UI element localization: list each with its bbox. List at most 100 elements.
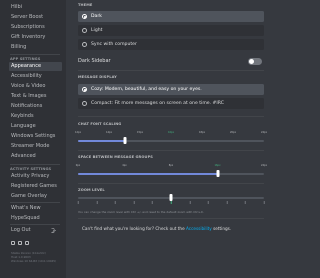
sidebar-item-voice-video[interactable]: Voice & Video [9,82,62,91]
radio-unchecked-icon [82,28,87,33]
theme-option-label: Light [91,28,103,33]
font-scaling-title: CHAT FONT SCALING [78,122,122,126]
sidebar-item-billing[interactable]: Billing [9,43,62,52]
zoom-mark [170,201,172,204]
sidebar-item-gift-inventory[interactable]: Gift Inventory [9,33,62,42]
sidebar-item-text-images[interactable]: Text & Images [9,92,62,101]
zoom-mark [114,201,116,204]
slider-tick-label: 24px [261,164,267,167]
footer-help-text: Can't find what you're looking for? Chec… [82,226,185,231]
sidebar-item-activity-privacy[interactable]: Activity Privacy [9,172,62,181]
sidebar-item-windows-settings[interactable]: Windows Settings [9,132,62,141]
slider-tick-label: 24px [261,131,267,134]
message-display-title: MESSAGE DISPLAY [78,75,117,79]
sidebar-item-registered-games[interactable]: Registered Games [9,182,62,191]
zoom-hint: You can change the zoom level with Ctrl … [78,210,204,214]
app-settings-header: APP SETTINGS [10,57,41,61]
sidebar-item-notifications[interactable]: Notifications [9,102,62,111]
slider-handle[interactable] [123,137,126,144]
zoom-mark [189,201,190,204]
zoom-mark [207,201,209,204]
zoom-mark [245,201,246,204]
appearance-settings: THEME Dark Light Sync with computer Dark… [66,0,300,278]
sidebar-divider [10,224,60,225]
slider-tick-label: 20px [230,131,236,134]
zoom-mark [133,201,135,204]
logout-button[interactable]: Log Out [9,226,62,235]
slider-tick-label: 15px [137,131,143,134]
facebook-icon[interactable] [18,241,22,245]
theme-option-sync[interactable]: Sync with computer [78,39,264,50]
version-line: Windows 10 64-Bit (10.0.19045) [11,259,57,263]
footer-help: Can't find what you're looking for? Chec… [82,226,231,231]
zoom-mark [96,201,97,204]
zoom-level-slider[interactable] [78,194,264,201]
sidebar-item-appearance[interactable]: Appearance [9,62,62,71]
section-divider [78,70,264,71]
message-option-label: Compact: Fit more messages on screen at … [91,101,224,106]
footer-help-tail: settings. [213,226,232,231]
slider-tick-label: 8px [168,164,174,167]
slider-tick-label: 12px [75,131,81,134]
social-links [11,241,29,247]
section-divider [78,218,264,219]
spacing-ticks: 0px 4px 8px 16px 24px [75,164,267,169]
sidebar-divider [10,164,60,165]
message-option-cozy[interactable]: Cozy: Modern, beautiful, and easy on you… [78,84,264,95]
theme-option-label: Sync with computer [91,42,137,47]
slider-tick-label: 18px [199,131,205,134]
slider-tick-label: 4px [122,164,127,167]
slider-handle[interactable] [169,194,173,201]
dark-sidebar-label: Dark Sidebar [78,58,111,64]
sidebar-item-accessibility[interactable]: Accessibility [9,72,62,81]
twitter-icon[interactable] [11,241,15,245]
slider-handle[interactable] [216,170,219,177]
slider-tick-label: 0px [75,164,81,167]
section-divider [78,183,264,184]
sidebar-item-game-overlay[interactable]: Game Overlay [9,192,62,201]
zoom-mark [152,201,153,204]
sidebar-item-language[interactable]: Language [9,122,62,131]
zoom-level-marks [77,201,265,204]
zoom-mark [77,201,79,204]
theme-option-dark[interactable]: Dark [78,11,264,22]
sidebar-item-subscriptions[interactable]: Subscriptions [9,23,62,32]
font-scaling-slider[interactable] [78,137,264,144]
theme-option-label: Dark [91,14,102,19]
slider-tick-label: 16px [168,131,174,134]
settings-sidebar: Hilbi Server Boost Subscriptions Gift In… [0,0,66,278]
message-option-label: Cozy: Modern, beautiful, and easy on you… [91,87,202,92]
slider-fill [78,140,125,142]
sidebar-item-streamer-mode[interactable]: Streamer Mode [9,142,62,151]
font-scaling-ticks: 12px 14px 15px 16px 18px 20px 24px [75,131,267,136]
slider-fill [78,173,218,175]
zoom-mark [263,201,265,204]
radio-unchecked-icon [82,42,87,47]
instagram-icon[interactable] [25,241,29,245]
zoom-mark [226,201,228,204]
dark-sidebar-toggle[interactable] [248,58,262,65]
message-option-compact[interactable]: Compact: Fit more messages on screen at … [78,98,264,109]
logout-icon [51,228,56,233]
sidebar-item-keybinds[interactable]: Keybinds [9,112,62,121]
sidebar-item-server-boost[interactable]: Server Boost [9,13,62,22]
sidebar-divider [10,54,60,55]
activity-settings-header: ACTIVITY SETTINGS [10,167,52,171]
sidebar-item-hypesquad[interactable]: HypeSquad [9,214,62,223]
logout-label: Log Out [11,227,31,233]
zoom-level-title: ZOOM LEVEL [78,188,105,192]
radio-unchecked-icon [82,101,87,106]
sidebar-divider [10,202,60,203]
sidebar-item-whats-new[interactable]: What's New [9,204,62,213]
spacing-title: SPACE BETWEEN MESSAGE GROUPS [78,155,153,159]
section-divider [78,150,264,151]
sidebar-item-advanced[interactable]: Advanced [9,152,62,161]
theme-option-light[interactable]: Light [78,25,264,36]
slider-tick-label: 14px [106,131,112,134]
theme-section-title: THEME [78,3,93,7]
spacing-slider[interactable] [78,170,264,177]
sidebar-item-hilbi[interactable]: Hilbi [9,3,62,12]
radio-checked-icon [82,87,87,92]
accessibility-link[interactable]: Accessibility [186,226,212,231]
slider-tick-label: 16px [214,164,221,167]
